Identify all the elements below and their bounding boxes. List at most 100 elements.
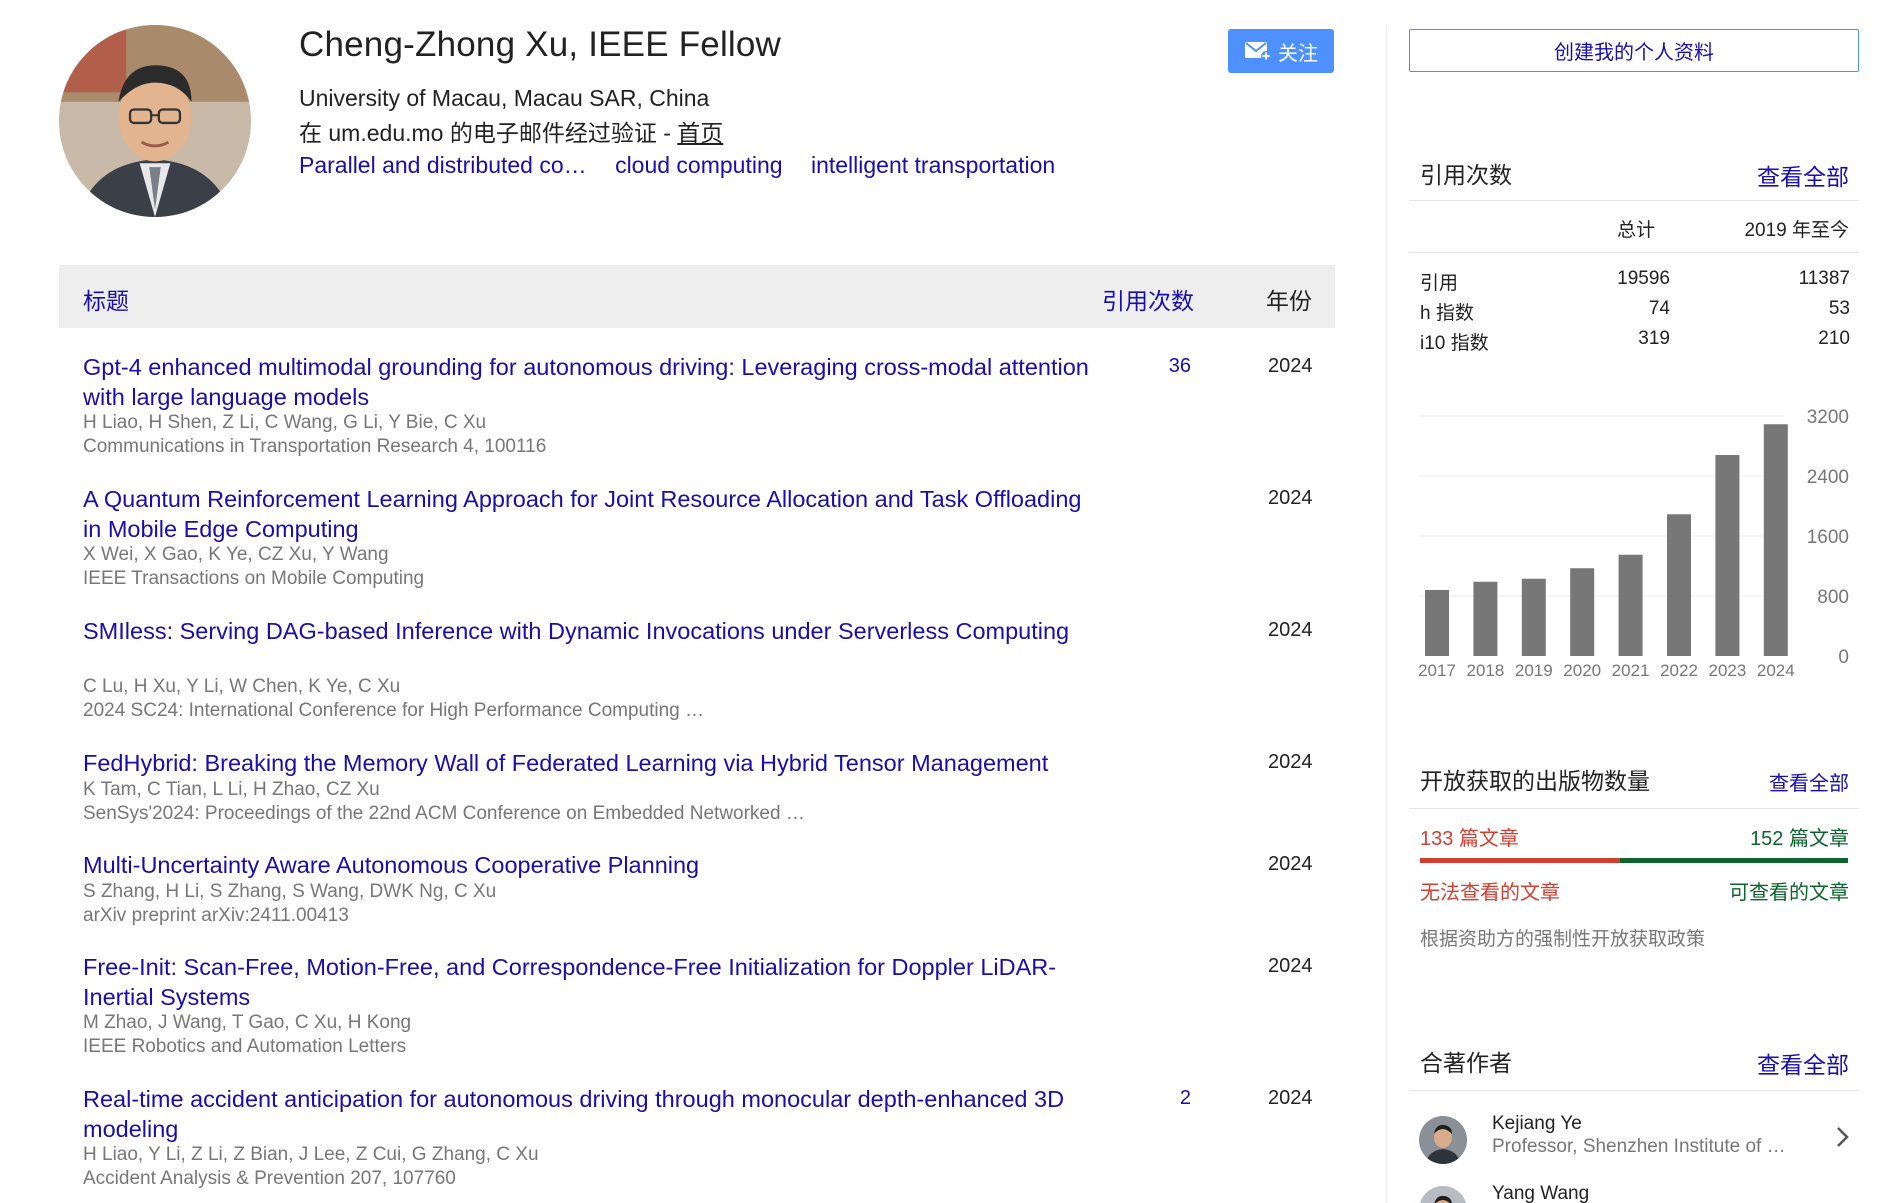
coauthor-item[interactable]: Kejiang Ye Professor, Shenzhen Institute… (1409, 1106, 1859, 1178)
divider (1409, 1090, 1859, 1091)
scholar-profile-page: Cheng-Zhong Xu, IEEE Fellow University o… (0, 0, 1881, 1203)
chart-bar-2017[interactable] (1425, 590, 1449, 656)
oa-unavailable-label: 无法查看的文章 (1420, 882, 1560, 904)
article-title-link[interactable]: A Quantum Reinforcement Learning Approac… (83, 484, 1103, 544)
chart-bar-2022[interactable] (1667, 514, 1691, 656)
article-authors: X Wei, X Gao, K Ye, CZ Xu, Y Wang (83, 544, 389, 565)
article-venue: IEEE Robotics and Automation Letters (83, 1036, 407, 1057)
create-profile-button[interactable]: 创建我的个人资料 (1409, 29, 1859, 72)
article-venue: Accident Analysis & Prevention 207, 1077… (83, 1168, 456, 1189)
chart-y-tick-label: 0 (1838, 647, 1849, 668)
oa-unavailable-count: 133 篇文章 (1420, 828, 1519, 850)
stats-since-value: 210 (1818, 328, 1850, 349)
stats-since-value: 53 (1828, 298, 1850, 319)
chart-y-tick-label: 800 (1817, 587, 1849, 608)
interest-link-parallel-distributed[interactable]: Parallel and distributed co… (299, 152, 587, 178)
article-cited-by-link[interactable]: 2 (1180, 1087, 1191, 1110)
article-title-link[interactable]: Multi-Uncertainty Aware Autonomous Coope… (83, 850, 1103, 880)
oa-available-bar (1619, 858, 1848, 863)
verified-email-text: 在 um.edu.mo 的电子邮件经过验证 - (299, 120, 678, 146)
chart-y-tick-label: 1600 (1807, 527, 1849, 548)
article-authors: K Tam, C Tian, L Li, H Zhao, CZ Xu (83, 779, 380, 800)
profile-affiliation: University of Macau, Macau SAR, China (299, 85, 710, 111)
chart-x-tick-label: 2023 (1708, 661, 1746, 680)
article-title-link[interactable]: FedHybrid: Breaking the Memory Wall of F… (83, 748, 1103, 778)
article-authors: S Zhang, H Li, S Zhang, S Wang, DWK Ng, … (83, 881, 497, 902)
article-year: 2024 (1268, 1087, 1313, 1109)
coauthors-card-title: 合著作者 (1420, 1050, 1512, 1076)
article-venue: arXiv preprint arXiv:2411.00413 (83, 905, 349, 926)
homepage-link[interactable]: 首页 (677, 120, 723, 146)
divider (1409, 808, 1859, 809)
article-year: 2024 (1268, 355, 1313, 377)
article-venue: SenSys'2024: Proceedings of the 22nd ACM… (83, 803, 805, 824)
article-authors: H Liao, Y Li, Z Li, Z Bian, J Lee, Z Cui… (83, 1144, 539, 1165)
article-title-link[interactable]: SMIless: Serving DAG-based Inference wit… (83, 616, 1103, 646)
chart-bar-2021[interactable] (1618, 554, 1643, 656)
article-year: 2024 (1268, 853, 1313, 875)
coauthor-item[interactable]: Yang Wang (1409, 1176, 1859, 1203)
coauthor-name: Kejiang Ye (1492, 1113, 1582, 1134)
coauthor-description: Professor, Shenzhen Institute of … (1492, 1136, 1786, 1157)
oa-unavailable-bar (1420, 858, 1620, 863)
article-title-link[interactable]: Free-Init: Scan-Free, Motion-Free, and C… (83, 952, 1103, 1012)
article-authors: C Lu, H Xu, Y Li, W Chen, K Ye, C Xu (83, 676, 401, 697)
article-year: 2024 (1268, 487, 1313, 509)
article-venue: IEEE Transactions on Mobile Computing (83, 568, 425, 589)
follow-label: 关注 (1278, 42, 1318, 65)
stats-row-citations: 引用 19596 11387 (1420, 268, 1850, 298)
article-cited-by-link[interactable]: 36 (1169, 355, 1191, 378)
coauthors-view-all-link[interactable]: 查看全部 (1757, 1046, 1849, 1080)
interest-link-intelligent-transportation[interactable]: intelligent transportation (811, 152, 1055, 178)
article-venue: Communications in Transportation Researc… (83, 436, 547, 457)
sort-by-year[interactable]: 年份 (1266, 282, 1312, 316)
stats-label: i10 指数 (1420, 333, 1489, 354)
chart-x-tick-label: 2017 (1418, 661, 1456, 680)
open-access-bar (1420, 858, 1848, 863)
sidebar-divider (1386, 25, 1387, 1203)
chart-y-tick-label: 3200 (1807, 407, 1849, 428)
stats-label: h 指数 (1420, 303, 1474, 324)
research-interests: Parallel and distributed co… cloud compu… (299, 152, 1077, 179)
chart-bar-2018[interactable] (1473, 581, 1498, 656)
sort-by-cited-by[interactable]: 引用次数 (1102, 282, 1194, 316)
articles-table-header: 标题 引用次数 年份 (59, 265, 1335, 328)
chart-bar-2019[interactable] (1521, 578, 1546, 656)
stats-total-value: 19596 (1617, 268, 1670, 289)
stats-since-value: 11387 (1798, 268, 1850, 289)
mail-follow-icon (1245, 42, 1271, 61)
profile-avatar (59, 25, 251, 217)
divider (1409, 252, 1859, 253)
chart-bar-2020[interactable] (1570, 568, 1595, 656)
citations-view-all-link[interactable]: 查看全部 (1757, 158, 1849, 192)
follow-button[interactable]: 关注 (1228, 29, 1334, 73)
chart-bar-2023[interactable] (1715, 455, 1740, 656)
chart-x-tick-label: 2020 (1563, 661, 1601, 680)
oa-mandate-note: 根据资助方的强制性开放获取政策 (1420, 929, 1706, 950)
sort-by-title[interactable]: 标题 (83, 282, 129, 316)
citations-per-year-chart: 0 800 1600 2400 3200 2017 2018 2019 2020 2021 2022… (1409, 400, 1859, 690)
stats-col-total: 总计 (1617, 220, 1656, 241)
stats-row-i10-index: i10 指数 319 210 (1420, 328, 1850, 358)
stats-total-value: 319 (1638, 328, 1670, 349)
citations-card-title: 引用次数 (1420, 162, 1512, 188)
article-year: 2024 (1268, 955, 1313, 977)
citations-chart-svg: 0 800 1600 2400 3200 2017 2018 2019 2020 2021 2022… (1418, 407, 1849, 680)
profile-verified-email: 在 um.edu.mo 的电子邮件经过验证 - 首页 (299, 114, 723, 148)
stats-col-since: 2019 年至今 (1744, 220, 1849, 241)
chevron-right-icon (1837, 1127, 1849, 1147)
chart-x-tick-label: 2024 (1757, 661, 1795, 680)
article-venue: 2024 SC24: International Conference for … (83, 700, 705, 721)
divider (1409, 200, 1859, 201)
oa-available-count: 152 篇文章 (1750, 828, 1849, 850)
article-year: 2024 (1268, 751, 1313, 773)
coauthor-name: Yang Wang (1492, 1183, 1590, 1203)
interest-link-cloud-computing[interactable]: cloud computing (615, 152, 783, 178)
article-authors: H Liao, H Shen, Z Li, C Wang, G Li, Y Bi… (83, 412, 487, 433)
coauthor-avatar (1419, 1186, 1467, 1203)
open-access-view-all-link[interactable]: 查看全部 (1769, 767, 1849, 796)
stats-label: 引用 (1420, 273, 1459, 294)
article-title-link[interactable]: Real-time accident anticipation for auto… (83, 1084, 1103, 1144)
article-title-link[interactable]: Gpt-4 enhanced multimodal grounding for … (83, 352, 1103, 412)
chart-bar-2024[interactable] (1763, 424, 1788, 656)
